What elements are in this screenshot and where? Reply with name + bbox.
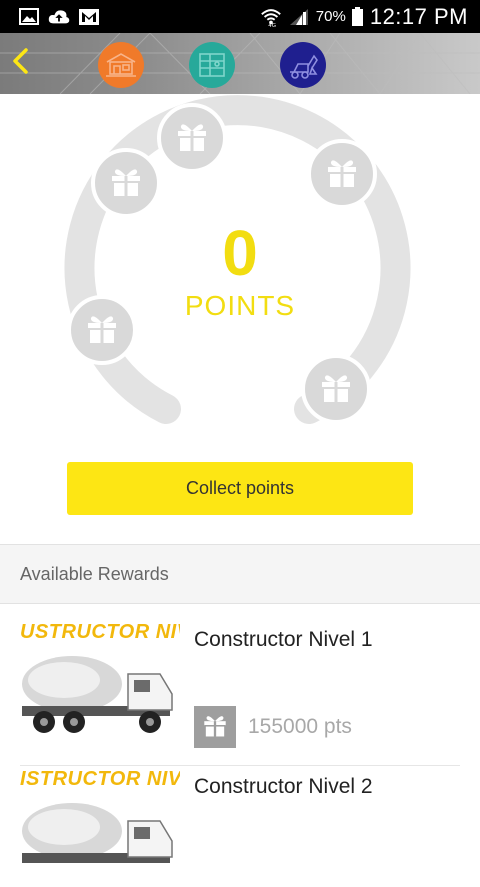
rewards-section-title: Available Rewards	[20, 563, 169, 584]
reward-item[interactable]: ISTRUCTOR NIVE Constructor Nivel 2	[20, 767, 460, 887]
back-button[interactable]	[6, 47, 34, 79]
gallery-icon	[18, 8, 40, 26]
svg-text:4G: 4G	[268, 23, 276, 28]
reward-title: Constructor Nivel 1	[194, 628, 373, 651]
milestone-gift-4	[307, 139, 377, 209]
battery-icon	[352, 7, 364, 26]
points-label: POINTS	[184, 290, 296, 321]
reward-points: 155000 pts	[248, 715, 352, 738]
reward-points-row: 155000 pts	[194, 706, 352, 748]
header-background-pattern	[0, 33, 480, 94]
concrete-mixer-truck-image	[22, 803, 173, 863]
reward-banner-text: ISTRUCTOR NIVE	[20, 768, 180, 790]
gift-icon	[109, 164, 143, 203]
status-bar: 4G 70% 12:17 PM	[0, 0, 480, 33]
battery-percent: 70%	[315, 8, 346, 25]
level-2-icon[interactable]	[189, 42, 235, 88]
milestone-gift-5	[301, 354, 371, 424]
reward-divider	[20, 765, 460, 766]
gift-icon	[202, 712, 228, 743]
reward-thumbnail: USTRUCTOR NIVE	[20, 620, 180, 740]
rewards-section-header: Available Rewards	[0, 544, 480, 604]
app-header	[0, 33, 480, 94]
collect-points-button[interactable]: Collect points	[67, 462, 413, 515]
cloud-upload-icon	[48, 8, 70, 26]
gift-icon	[319, 370, 353, 409]
wifi-icon: 4G	[260, 8, 282, 28]
clock: 12:17 PM	[369, 3, 468, 29]
gift-icon	[325, 155, 359, 194]
gmail-icon	[78, 8, 100, 26]
reward-title: Constructor Nivel 2	[194, 775, 373, 798]
points-gauge: 0 POINTS Collect points	[0, 94, 480, 544]
milestone-gift-3	[157, 103, 227, 173]
reward-thumbnail: ISTRUCTOR NIVE	[20, 767, 180, 887]
points-value: 0	[222, 217, 258, 289]
chevron-left-icon	[11, 47, 29, 80]
level-3-icon[interactable]	[280, 42, 326, 88]
concrete-mixer-truck-image	[22, 656, 173, 733]
milestone-gift-2	[91, 148, 161, 218]
gift-icon	[175, 119, 209, 158]
reward-item[interactable]: USTRUCTOR NIVE Constructor Nivel 1 15500…	[20, 620, 460, 750]
level-1-icon[interactable]	[98, 42, 144, 88]
signal-icon	[288, 8, 310, 26]
reward-banner-text: USTRUCTOR NIVE	[20, 621, 180, 643]
reward-gift-icon-box	[194, 706, 236, 748]
